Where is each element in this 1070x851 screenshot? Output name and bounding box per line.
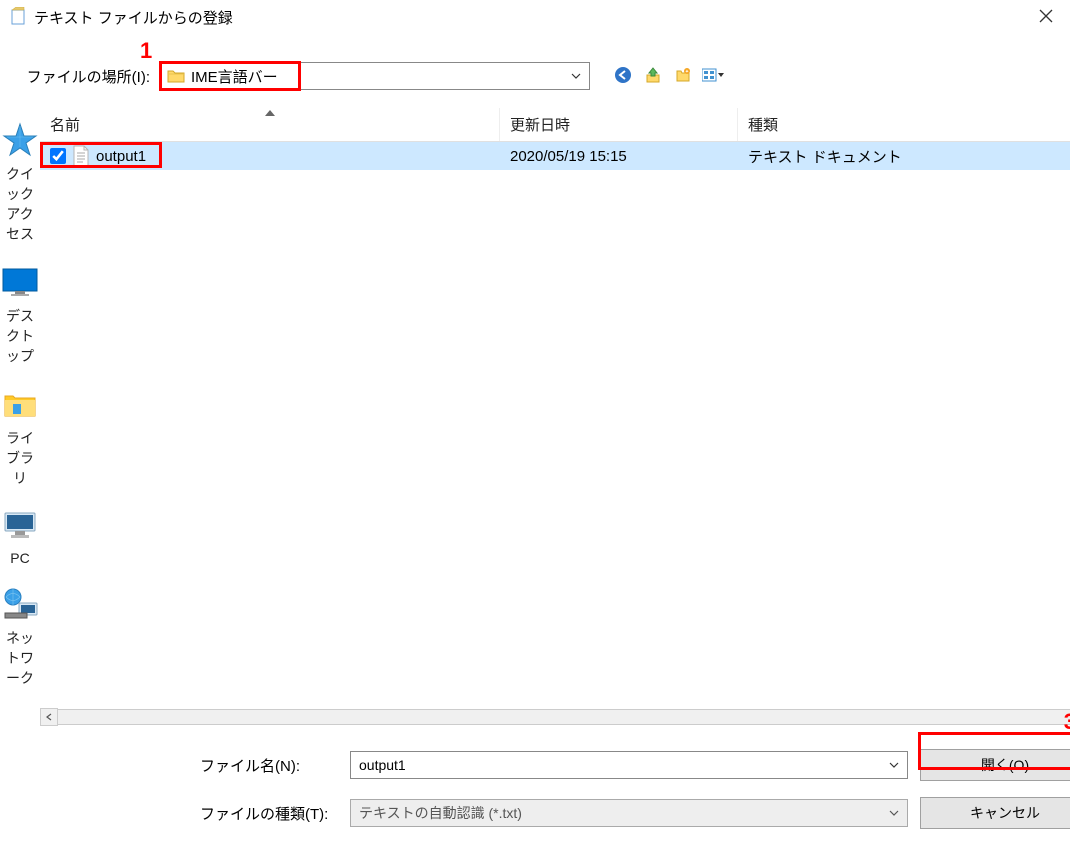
network-icon [0, 584, 40, 624]
column-header-date[interactable]: 更新日時 [500, 108, 738, 141]
quickaccess-icon [0, 120, 40, 160]
sidebar-item-desktop[interactable]: デスクトップ [0, 256, 40, 378]
filename-label: ファイル名(N): [40, 755, 350, 776]
toolbar: ファイルの場所(I): 1 IME言語バー ✦ [0, 34, 1070, 108]
file-row[interactable]: output1 2020/05/19 15:15 テキスト ドキュメント [40, 142, 1070, 170]
filetype-label: ファイルの種類(T): [40, 803, 350, 824]
sidebar-item-pc[interactable]: PC [0, 500, 40, 578]
view-menu-icon[interactable] [702, 67, 724, 86]
filename-combo[interactable]: output1 [350, 751, 908, 779]
scrollbar-track[interactable] [58, 709, 1070, 725]
svg-text:✦: ✦ [685, 69, 689, 75]
sidebar-item-label: クイック アクセス [0, 164, 40, 244]
file-checkbox[interactable] [50, 148, 66, 164]
sidebar-item-label: PC [10, 550, 29, 566]
column-header-type[interactable]: 種類 [738, 108, 1070, 141]
annotation-1: 1 [140, 38, 152, 64]
column-header-name[interactable]: 名前 [40, 108, 500, 141]
open-button[interactable]: 開く(O) [920, 749, 1070, 781]
sidebar-item-label: ネットワーク [0, 628, 40, 688]
sidebar-item-network[interactable]: ネットワーク [0, 578, 40, 700]
new-folder-icon[interactable]: ✦ [672, 67, 694, 86]
window-title: テキスト ファイルからの登録 [34, 7, 1026, 28]
filename-value: output1 [359, 757, 406, 773]
folder-icon [167, 69, 185, 83]
file-name: output1 [96, 148, 146, 165]
toolbar-icons: ✦ [612, 66, 724, 87]
annotation-3: 3 [1064, 709, 1070, 735]
listview-header: 名前 更新日時 種類 [40, 108, 1070, 142]
bottom-panel: 3 ファイル名(N): output1 開く(O) [40, 727, 1070, 851]
file-type: テキスト ドキュメント [738, 142, 1070, 170]
textfile-icon [72, 145, 90, 167]
sidebar-item-label: デスクトップ [0, 306, 40, 366]
lookin-label: ファイルの場所(I): [10, 66, 160, 87]
app-icon [10, 7, 28, 28]
file-listview[interactable]: 名前 更新日時 種類 2 output1 [40, 108, 1070, 727]
chevron-down-icon [889, 759, 899, 771]
desktop-icon [0, 262, 40, 302]
chevron-down-icon [889, 807, 899, 819]
filetype-value: テキストの自動認識 (*.txt) [359, 803, 522, 823]
titlebar: テキスト ファイルからの登録 [0, 0, 1070, 34]
cancel-button[interactable]: キャンセル [920, 797, 1070, 829]
sidebar-item-quickaccess[interactable]: クイック アクセス [0, 114, 40, 256]
sidebar: クイック アクセス デスクトップ ライブラリ PC [0, 108, 40, 851]
pc-icon [0, 506, 40, 546]
chevron-down-icon [571, 70, 581, 82]
close-button[interactable] [1026, 7, 1066, 28]
filetype-combo[interactable]: テキストの自動認識 (*.txt) [350, 799, 908, 827]
sidebar-item-label: ライブラリ [0, 428, 40, 488]
file-date: 2020/05/19 15:15 [500, 142, 738, 170]
back-icon[interactable] [612, 66, 634, 87]
up-icon[interactable] [642, 67, 664, 86]
libraries-icon [0, 384, 40, 424]
sidebar-item-libraries[interactable]: ライブラリ [0, 378, 40, 500]
lookin-value: IME言語バー [191, 66, 278, 87]
scroll-left-icon[interactable] [40, 708, 58, 726]
lookin-combo[interactable]: IME言語バー [160, 62, 590, 90]
horizontal-scrollbar[interactable] [40, 707, 1070, 727]
